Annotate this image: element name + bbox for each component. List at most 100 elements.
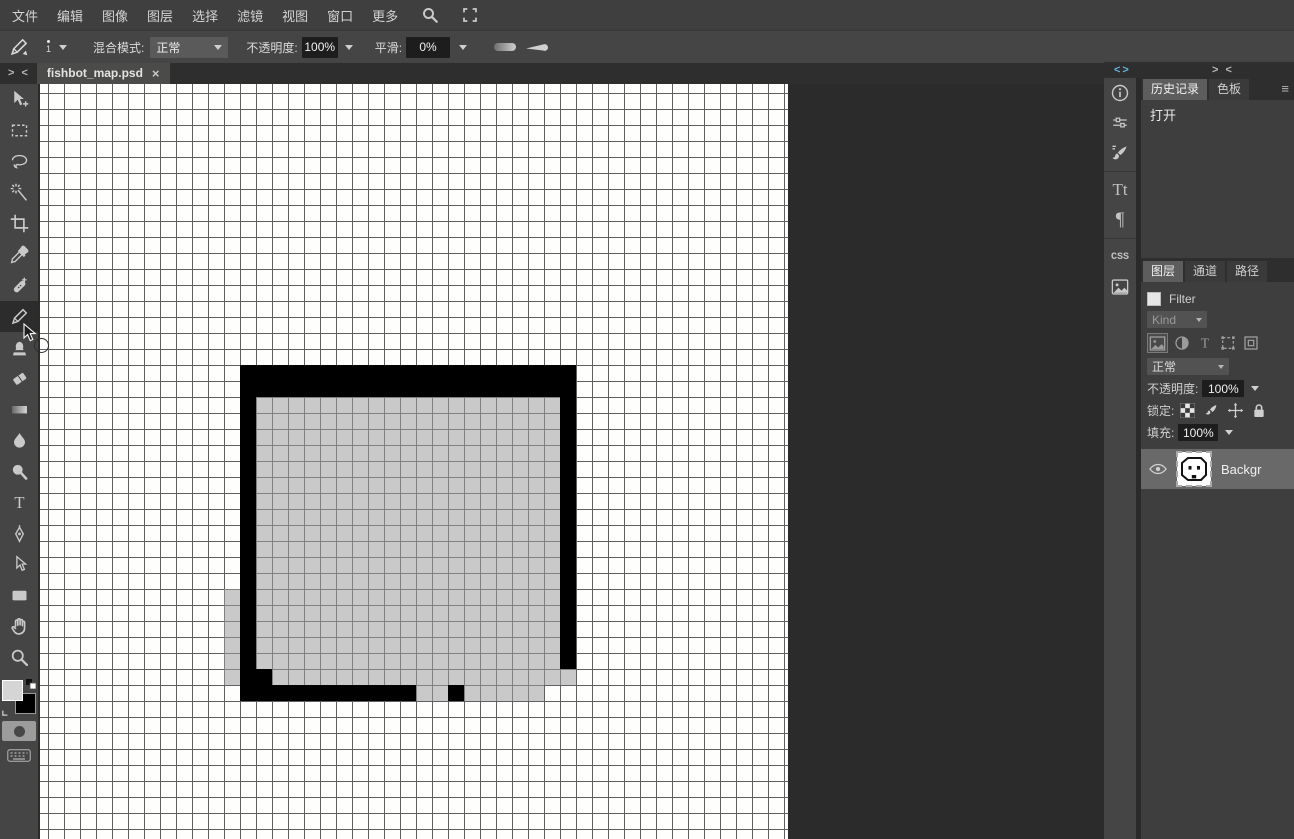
layer-blend-select[interactable]: 正常 bbox=[1147, 358, 1229, 375]
menu-view[interactable]: 视图 bbox=[282, 6, 308, 25]
toolbar-collapse-icon[interactable]: > < bbox=[8, 67, 30, 79]
layers-tab[interactable]: 通道 bbox=[1185, 261, 1225, 282]
properties-icon[interactable] bbox=[1104, 108, 1136, 138]
blend-mode-select[interactable]: 正常 bbox=[150, 37, 228, 58]
default-colors-icon[interactable] bbox=[26, 679, 36, 689]
brush-settings-icon[interactable] bbox=[1104, 138, 1136, 168]
gradient-tool[interactable] bbox=[0, 394, 38, 425]
art-pixel bbox=[448, 541, 464, 557]
keyboard-shortcuts-button[interactable] bbox=[2, 745, 36, 765]
character-icon[interactable]: Tt bbox=[1104, 175, 1136, 205]
lasso-tool[interactable] bbox=[0, 146, 38, 177]
pressure-size-icon[interactable] bbox=[525, 41, 551, 53]
art-pixel bbox=[368, 653, 384, 669]
zoom-tool[interactable] bbox=[0, 642, 38, 673]
art-pixel bbox=[416, 653, 432, 669]
opacity-input[interactable]: 100% bbox=[302, 37, 338, 58]
pencil-tool[interactable] bbox=[0, 301, 38, 332]
menu-layer[interactable]: 图层 bbox=[147, 6, 173, 25]
menu-filter[interactable]: 滤镜 bbox=[237, 6, 263, 25]
clone-stamp-tool[interactable] bbox=[0, 332, 38, 363]
type-tool[interactable]: T bbox=[0, 487, 38, 518]
pencil-tool-icon[interactable] bbox=[8, 36, 30, 58]
blend-dropdown-arrow bbox=[214, 45, 222, 50]
menu-select[interactable]: 选择 bbox=[192, 6, 218, 25]
layers-tab[interactable]: 路径 bbox=[1227, 261, 1267, 282]
document-tab[interactable]: fishbot_map.psd × bbox=[37, 62, 170, 84]
layer-opacity-arrow[interactable] bbox=[1251, 386, 1259, 391]
magic-wand-tool[interactable] bbox=[0, 177, 38, 208]
lock-transparency-icon[interactable] bbox=[1180, 403, 1195, 418]
iconstrip-collapse-icon[interactable]: <> bbox=[1114, 64, 1131, 76]
layer-visibility-eye-icon[interactable] bbox=[1149, 463, 1167, 475]
filter-type-smart-object-icon[interactable] bbox=[1241, 334, 1260, 352]
art-pixel bbox=[528, 477, 544, 493]
canvas-viewport[interactable] bbox=[38, 84, 1104, 839]
fullscreen-icon[interactable] bbox=[462, 7, 478, 23]
layer-thumbnail[interactable] bbox=[1177, 452, 1211, 486]
panel-collapse-icon[interactable]: > < bbox=[1212, 64, 1234, 76]
preview-image-icon[interactable] bbox=[1104, 272, 1136, 302]
layer-fill-arrow[interactable] bbox=[1225, 430, 1233, 435]
layers-tab[interactable]: 图层 bbox=[1143, 261, 1183, 282]
info-icon[interactable] bbox=[1104, 78, 1136, 108]
smoothing-input[interactable]: 0% bbox=[406, 37, 450, 58]
path-select-tool[interactable] bbox=[0, 549, 38, 580]
art-pixel bbox=[512, 429, 528, 445]
art-pixel bbox=[256, 365, 272, 381]
lock-paint-icon[interactable] bbox=[1203, 403, 1219, 419]
quick-mask-button[interactable] bbox=[2, 721, 36, 741]
svg-text:T: T bbox=[14, 493, 24, 512]
swap-colors-icon[interactable] bbox=[1, 706, 12, 717]
pressure-opacity-icon[interactable] bbox=[493, 41, 517, 53]
layer-kind-select[interactable]: Kind bbox=[1147, 311, 1207, 328]
layer-row[interactable]: Backgr bbox=[1141, 449, 1294, 489]
lock-all-icon[interactable] bbox=[1252, 403, 1266, 419]
hand-tool[interactable] bbox=[0, 611, 38, 642]
filter-checkbox[interactable] bbox=[1147, 292, 1161, 306]
css-icon[interactable]: CSS bbox=[1104, 242, 1136, 272]
brush-preview[interactable]: 1 bbox=[46, 40, 51, 54]
dodge-tool[interactable] bbox=[0, 456, 38, 487]
blur-tool[interactable] bbox=[0, 425, 38, 456]
art-pixel bbox=[448, 557, 464, 573]
rect-select-tool[interactable] bbox=[0, 115, 38, 146]
paragraph-icon[interactable]: ¶ bbox=[1104, 205, 1136, 235]
panel-menu-icon[interactable]: ≡ bbox=[1281, 81, 1289, 96]
eraser-tool[interactable] bbox=[0, 363, 38, 394]
pen-tool[interactable] bbox=[0, 518, 38, 549]
filter-type-adjustment-icon[interactable] bbox=[1172, 334, 1191, 352]
menu-more[interactable]: 更多 bbox=[372, 6, 398, 25]
menu-window[interactable]: 窗口 bbox=[327, 6, 353, 25]
crop-tool[interactable] bbox=[0, 208, 38, 239]
art-pixel bbox=[464, 637, 480, 653]
menu-file[interactable]: 文件 bbox=[12, 6, 38, 25]
layer-fill-input[interactable]: 100% bbox=[1178, 424, 1218, 441]
art-pixel bbox=[224, 637, 240, 653]
brush-dropdown-arrow[interactable] bbox=[59, 45, 67, 50]
eyedropper-tool[interactable] bbox=[0, 239, 38, 270]
document-canvas[interactable] bbox=[40, 84, 788, 839]
move-tool[interactable] bbox=[0, 84, 38, 115]
history-tab[interactable]: 色板 bbox=[1209, 79, 1249, 100]
menu-edit[interactable]: 编辑 bbox=[57, 6, 83, 25]
smoothing-dropdown-arrow[interactable] bbox=[459, 45, 467, 50]
art-pixel bbox=[368, 461, 384, 477]
layer-opacity-input[interactable]: 100% bbox=[1202, 380, 1244, 397]
filter-type-shape-icon[interactable] bbox=[1218, 334, 1237, 352]
spot-heal-tool[interactable] bbox=[0, 270, 38, 301]
filter-type-text-icon[interactable]: T bbox=[1195, 334, 1214, 352]
art-pixel bbox=[352, 637, 368, 653]
filter-type-image-icon[interactable] bbox=[1147, 333, 1168, 353]
lock-position-icon[interactable] bbox=[1227, 402, 1244, 419]
opacity-dropdown-arrow[interactable] bbox=[345, 45, 353, 50]
foreground-color-swatch[interactable] bbox=[2, 680, 23, 701]
search-icon[interactable] bbox=[421, 6, 439, 24]
history-entry[interactable]: 打开 bbox=[1141, 100, 1294, 129]
tab-close-icon[interactable]: × bbox=[152, 67, 160, 80]
menu-image[interactable]: 图像 bbox=[102, 6, 128, 25]
art-pixel bbox=[448, 653, 464, 669]
rectangle-tool[interactable] bbox=[0, 580, 38, 611]
art-pixel bbox=[288, 413, 304, 429]
history-tab[interactable]: 历史记录 bbox=[1143, 79, 1207, 100]
